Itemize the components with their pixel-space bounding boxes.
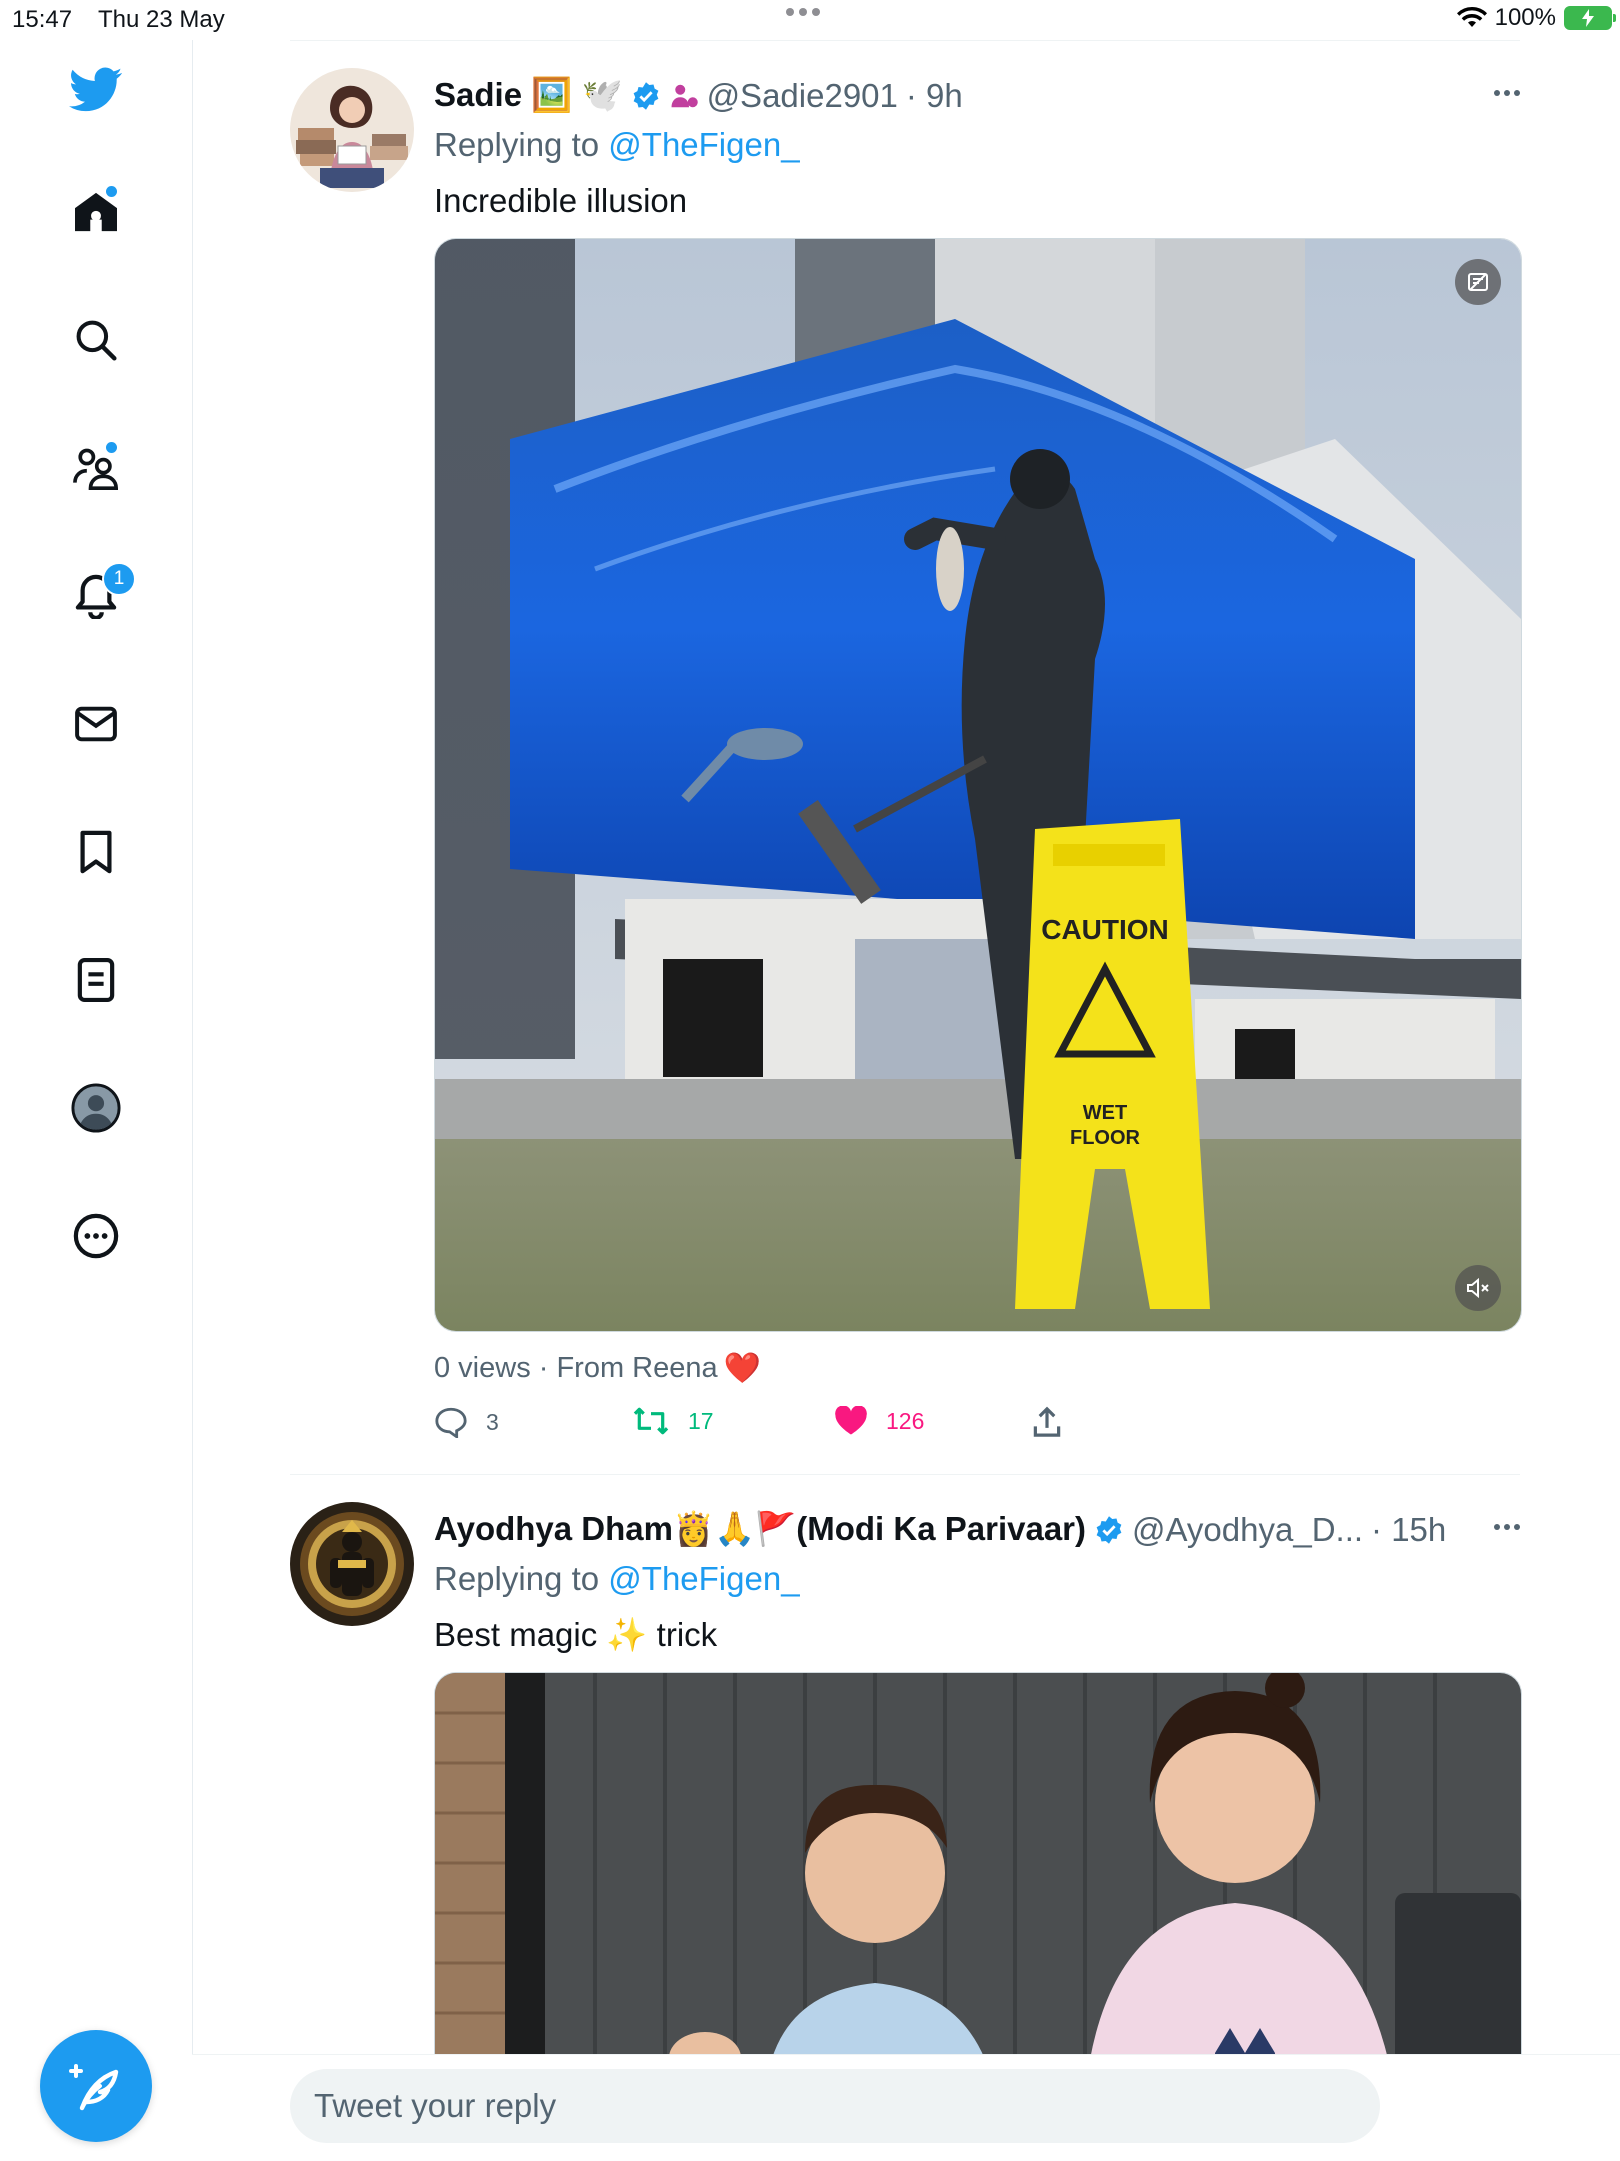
home-unread-dot	[106, 186, 117, 197]
reply-bar	[192, 2054, 1620, 2161]
status-time: 15:47	[12, 6, 73, 33]
reply-button[interactable]: 3	[434, 1406, 499, 1438]
replying-label: Replying to	[434, 126, 600, 163]
nav-more[interactable]	[66, 1206, 126, 1266]
battery-percent: 100%	[1494, 4, 1556, 31]
views-count: 0 views · From Reena	[434, 1352, 718, 1384]
timeline-top-divider	[290, 40, 1520, 41]
search-icon	[76, 320, 117, 361]
tweet-text-part: trick	[656, 1616, 718, 1653]
tweet-video[interactable]	[434, 1672, 1522, 2093]
sidebar: 1	[0, 40, 193, 2160]
compose-feather-icon	[69, 2064, 119, 2111]
status-date: Thu 23 May	[98, 6, 225, 33]
replying-label: Replying to	[434, 1560, 600, 1597]
tweet-text-part: Best magic	[434, 1616, 598, 1653]
tweet-header: Ayodhya Dham👸🙏🚩(Modi Ka Parivaar) @Ayodh…	[434, 1510, 1446, 1549]
multitasking-dots-icon[interactable]	[786, 8, 820, 16]
tweet-text: Best magic ✨ trick	[434, 1616, 717, 1655]
messages-icon	[75, 706, 117, 742]
nav-bookmarks[interactable]	[66, 822, 126, 882]
replying-to: Replying to @TheFigen_	[434, 126, 800, 164]
tweet-time[interactable]: · 9h	[906, 77, 963, 115]
video-settings-icon[interactable]	[1455, 259, 1501, 305]
affiliate-badge-icon	[671, 84, 698, 107]
svg-text:CAUTION: CAUTION	[1041, 914, 1169, 945]
reply-input[interactable]	[290, 2069, 1380, 2143]
replying-to: Replying to @TheFigen_	[434, 1560, 800, 1598]
tweet[interactable]: Sadie 🖼️ 🕊️ @Sadie2901 · 9h Replying to …	[290, 68, 1522, 1468]
twitter-logo-icon[interactable]	[66, 60, 126, 120]
nav-communities[interactable]	[66, 438, 126, 498]
tweet-text: Incredible illusion	[434, 182, 688, 219]
author-name[interactable]: Sadie 🖼️ 🕊️	[434, 76, 623, 115]
communities-unread-dot	[106, 442, 117, 453]
reply-icon	[435, 1407, 467, 1438]
home-icon	[75, 192, 117, 232]
retweet-count: 17	[688, 1407, 714, 1434]
lists-icon	[77, 957, 115, 1003]
nav-messages[interactable]	[66, 694, 126, 754]
sparkles-emoji: ✨	[606, 1616, 648, 1653]
status-bar: 15:47 Thu 23 May 100%	[0, 0, 1620, 40]
mute-icon[interactable]	[1455, 1265, 1501, 1311]
nav-home[interactable]	[66, 182, 126, 242]
tweet-more-icon[interactable]	[1494, 1524, 1520, 1530]
nav-notifications[interactable]: 1	[66, 562, 136, 626]
retweet-icon	[633, 1407, 669, 1435]
author-handle[interactable]: @Ayodhya_D...	[1132, 1511, 1363, 1549]
heart-emoji: ❤️	[723, 1352, 762, 1385]
nav-lists[interactable]	[66, 950, 126, 1010]
like-button[interactable]: 126	[834, 1406, 924, 1436]
tweet-video[interactable]: CAUTION WET FLOOR	[434, 238, 1522, 1332]
tweet-divider	[290, 1474, 1520, 1475]
profile-icon	[71, 1083, 121, 1133]
nav-search[interactable]	[66, 310, 126, 370]
share-icon	[1033, 1406, 1061, 1437]
tweet-actions: 3 17 126	[434, 1406, 1104, 1446]
author-handle[interactable]: @Sadie2901	[707, 77, 898, 115]
views-line: 0 views · From Reena ❤️	[434, 1351, 761, 1386]
svg-text:FLOOR: FLOOR	[1070, 1127, 1141, 1149]
mention-link[interactable]: @TheFigen_	[608, 126, 799, 163]
battery-icon	[1564, 6, 1616, 30]
tweet-header: Sadie 🖼️ 🕊️ @Sadie2901 · 9h	[434, 76, 963, 115]
heart-icon	[835, 1406, 867, 1435]
notifications-badge: 1	[102, 562, 136, 596]
compose-tweet-button[interactable]	[40, 2030, 152, 2142]
avatar[interactable]	[290, 68, 414, 192]
tweet-more-icon[interactable]	[1494, 90, 1520, 96]
bookmarks-icon	[80, 830, 112, 874]
svg-text:WET: WET	[1083, 1102, 1127, 1124]
author-name[interactable]: Ayodhya Dham👸🙏🚩(Modi Ka Parivaar)	[434, 1510, 1086, 1549]
mention-link[interactable]: @TheFigen_	[608, 1560, 799, 1597]
share-button[interactable]	[1032, 1406, 1062, 1438]
reply-count: 3	[486, 1408, 499, 1435]
retweet-button[interactable]: 17	[632, 1406, 714, 1436]
tweet[interactable]: Ayodhya Dham👸🙏🚩(Modi Ka Parivaar) @Ayodh…	[290, 1502, 1522, 2093]
verified-badge-icon	[1096, 1515, 1122, 1544]
tweet-time[interactable]: · 15h	[1371, 1511, 1446, 1549]
wifi-icon	[1456, 6, 1487, 27]
like-count: 126	[886, 1407, 925, 1434]
avatar[interactable]	[290, 1502, 414, 1626]
more-icon	[73, 1213, 119, 1259]
verified-badge-icon	[633, 81, 658, 110]
nav-profile[interactable]	[66, 1078, 126, 1138]
